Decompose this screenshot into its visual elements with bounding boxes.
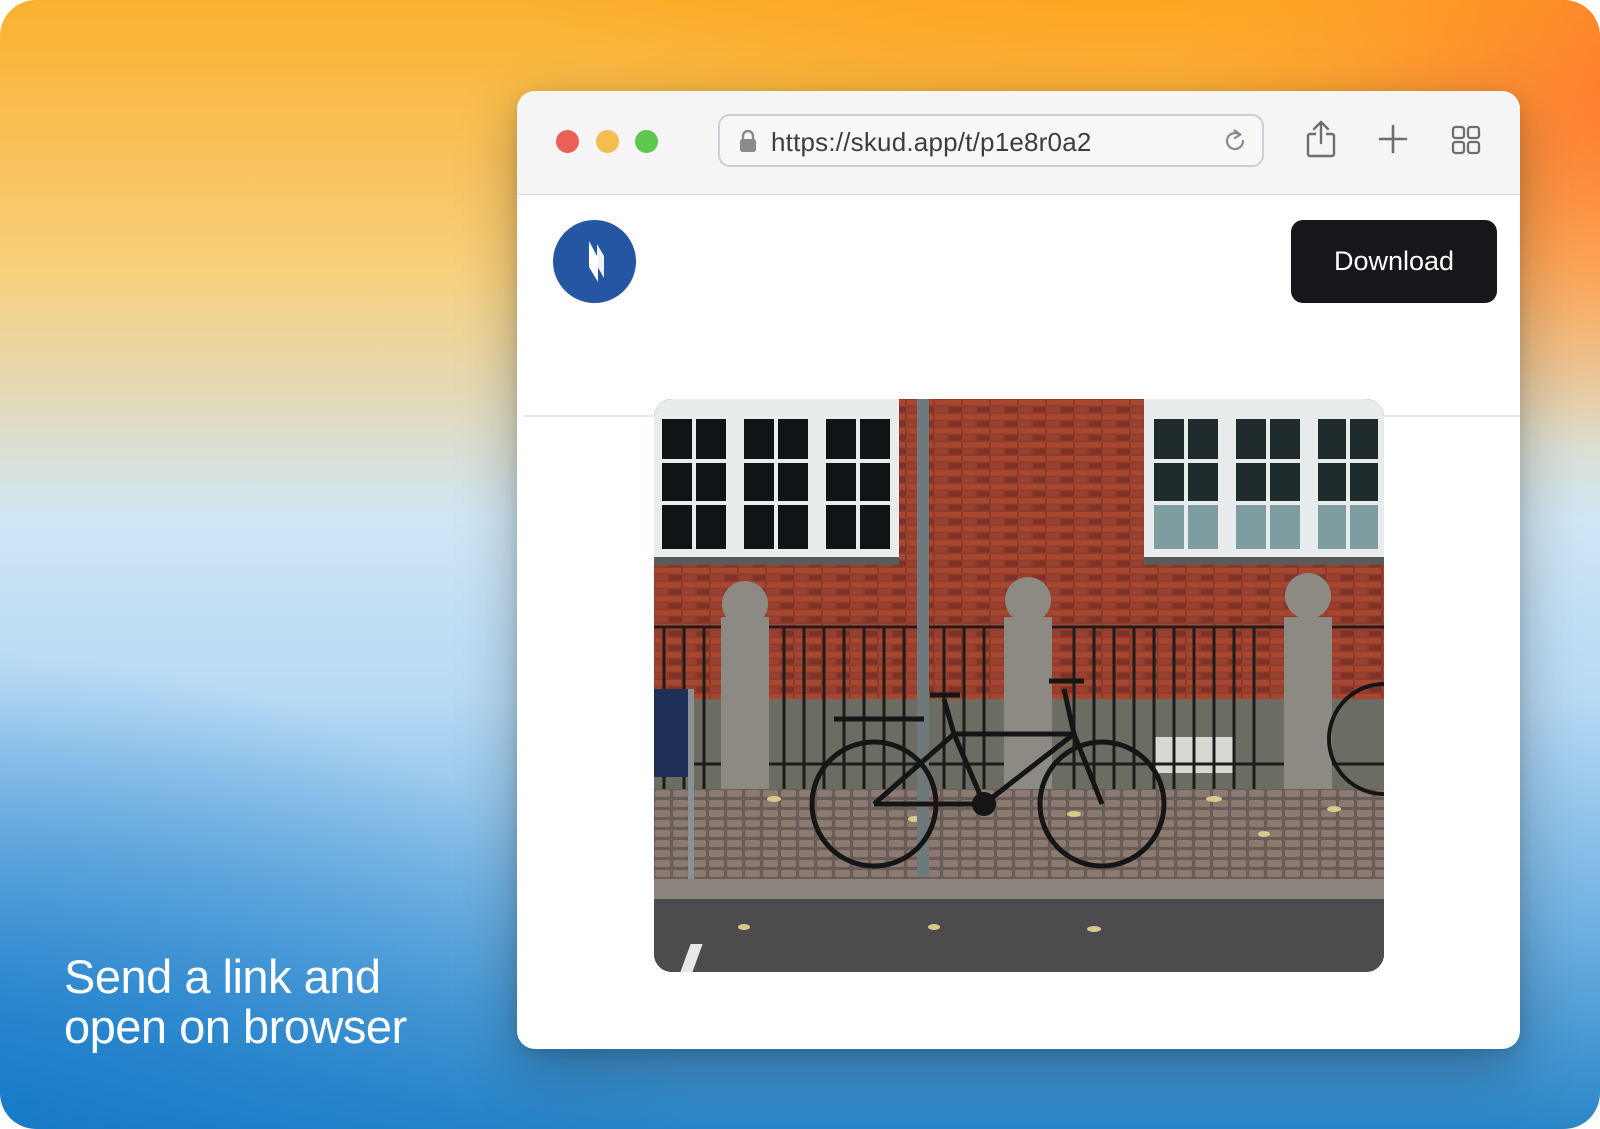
address-bar[interactable]: https://skud.app/t/p1e8r0a2 [718, 114, 1264, 167]
background: Send a link and open on browser https://s… [0, 0, 1600, 1129]
app-logo[interactable] [553, 220, 636, 303]
plus-icon[interactable] [1378, 124, 1408, 154]
tabs-icon[interactable] [1451, 125, 1481, 155]
tagline-line-1: Send a link and [64, 950, 381, 1003]
share-icon[interactable] [1304, 119, 1338, 159]
bicycle-photo [654, 399, 1384, 972]
tagline: Send a link and open on browser [64, 952, 504, 1052]
reload-icon[interactable] [1222, 128, 1248, 154]
zoom-window-button[interactable] [635, 130, 658, 153]
browser-window: https://skud.app/t/p1e8r0a2 Download [517, 91, 1520, 1049]
download-button[interactable]: Download [1291, 220, 1497, 303]
tagline-line-2: open on browser [64, 1000, 407, 1053]
minimize-window-button[interactable] [596, 130, 619, 153]
browser-toolbar: https://skud.app/t/p1e8r0a2 [517, 91, 1520, 195]
logo-mark-icon [589, 241, 604, 282]
lock-icon [740, 129, 756, 152]
photo-illustration [654, 399, 1384, 972]
site-header: Download [524, 194, 1520, 417]
url-text: https://skud.app/t/p1e8r0a2 [771, 127, 1092, 157]
close-window-button[interactable] [556, 130, 579, 153]
